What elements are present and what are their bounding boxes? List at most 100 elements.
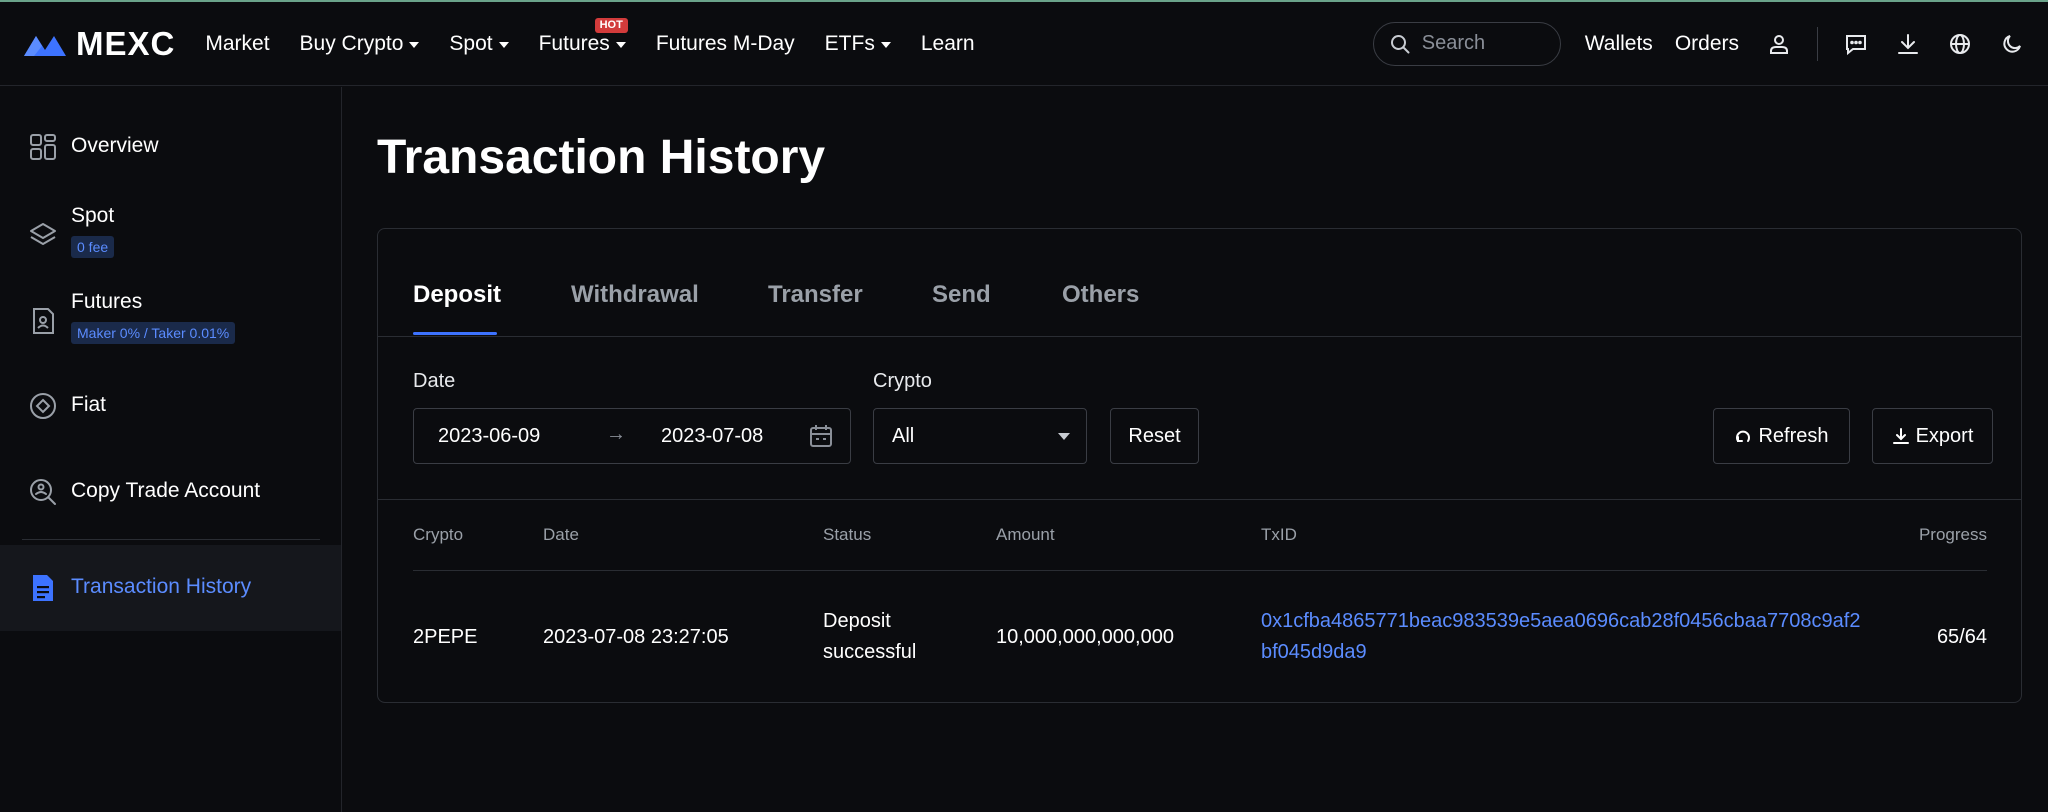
txid-link[interactable]: 0x1cfba4865771beac983539e5aea0696cab28f0…: [1261, 606, 1871, 668]
status-text: Deposit: [823, 610, 891, 632]
nav-market[interactable]: Market: [205, 32, 269, 56]
date-from-value: 2023-06-09: [438, 425, 541, 447]
search-input[interactable]: [1419, 31, 1544, 56]
page-title: Transaction History: [377, 131, 826, 184]
cell-crypto: 2PEPE: [413, 626, 478, 648]
nav-etfs[interactable]: ETFs: [825, 32, 891, 56]
nav-futures-m-day-label: Futures M-Day: [655, 31, 795, 55]
sidebar-item-fiat[interactable]: Fiat: [0, 389, 341, 423]
sidebar-item-futures[interactable]: Futures Maker 0% / Taker 0.01%: [0, 290, 341, 352]
nav-spot-label: Spot: [449, 31, 493, 55]
search-icon: [1390, 34, 1410, 53]
filters-divider: [378, 499, 2021, 500]
crypto-select-value: All: [892, 425, 915, 447]
export-button[interactable]: Export: [1872, 408, 1993, 464]
column-header-txid: TxID: [1261, 525, 1297, 544]
tab-others[interactable]: Others: [1062, 281, 1139, 309]
column-header-amount: Amount: [996, 525, 1055, 544]
moon-icon[interactable]: [1998, 30, 2026, 58]
nav-buy-crypto-label: Buy Crypto: [299, 31, 404, 55]
cell-date: 2023-07-08 23:27:05: [543, 626, 729, 648]
sidebar: Overview Spot 0 fee Futures Maker 0% / T…: [0, 87, 342, 812]
copy-trade-icon: [30, 479, 56, 505]
caret-down-icon: [880, 41, 891, 48]
fee-badge: Maker 0% / Taker 0.01%: [71, 322, 236, 344]
crypto-filter-label: Crypto: [873, 370, 932, 392]
download-icon[interactable]: [1894, 30, 1922, 58]
column-header-status: Status: [823, 525, 872, 544]
tab-send[interactable]: Send: [932, 281, 991, 309]
globe-icon[interactable]: [1946, 30, 1974, 58]
reset-button[interactable]: Reset: [1110, 408, 1199, 464]
table-header-divider: [413, 570, 1987, 571]
sidebar-item-spot[interactable]: Spot 0 fee: [0, 204, 341, 266]
fiat-icon: [30, 393, 56, 419]
transaction-card: Deposit Withdrawal Transfer Send Others …: [377, 228, 2022, 703]
grid-icon: [30, 134, 56, 160]
date-range-picker[interactable]: 2023-06-09 → 2023-07-08: [413, 408, 851, 464]
refresh-button-label: Refresh: [1758, 424, 1829, 447]
tab-deposit[interactable]: Deposit: [413, 281, 501, 309]
sidebar-item-copy-trade-account[interactable]: Copy Trade Account: [0, 475, 341, 509]
refresh-icon: [1736, 430, 1751, 442]
nav-market-label: Market: [205, 31, 270, 55]
sidebar-item-overview[interactable]: Overview: [0, 130, 341, 164]
reset-button-label: Reset: [1128, 424, 1181, 447]
caret-down-icon: [409, 41, 420, 48]
nav-futures-m-day[interactable]: Futures M-Day: [656, 32, 795, 56]
brand-name: MEXC: [76, 24, 176, 62]
sidebar-item-label: Spot: [71, 204, 115, 227]
date-filter-label: Date: [413, 370, 456, 392]
user-icon[interactable]: [1765, 30, 1793, 58]
caret-down-icon: [615, 41, 626, 48]
nav-spot[interactable]: Spot: [449, 31, 509, 56]
top-navigation: MEXC Market Buy Crypto Spot HOT Futures …: [0, 2, 2048, 86]
nav-right-group: Wallets Orders: [1372, 21, 2026, 66]
layers-icon: [30, 223, 56, 245]
nav-divider: [1817, 26, 1818, 61]
chat-icon[interactable]: [1842, 30, 1870, 58]
nav-futures[interactable]: HOT Futures: [538, 17, 628, 56]
export-button-label: Export: [1915, 424, 1974, 447]
sidebar-divider: [22, 539, 320, 540]
nav-futures-label: Futures: [538, 31, 610, 55]
sidebar-item-label: Futures: [71, 290, 143, 313]
tab-transfer[interactable]: Transfer: [768, 281, 863, 309]
column-header-date: Date: [543, 525, 579, 544]
date-to-value: 2023-07-08: [661, 425, 764, 447]
caret-down-icon: [498, 41, 509, 48]
nav-etfs-label: ETFs: [824, 31, 875, 55]
sidebar-item-label: Overview: [71, 134, 159, 157]
hot-badge: HOT: [594, 17, 628, 33]
column-header-progress: Progress: [1918, 525, 1987, 544]
cell-status: Deposit successful: [823, 606, 916, 668]
mexc-logo[interactable]: MEXC: [22, 25, 175, 63]
contract-icon: [33, 308, 54, 334]
document-icon: [33, 575, 53, 601]
column-header-crypto: Crypto: [413, 525, 464, 544]
sidebar-item-label: Fiat: [71, 393, 107, 416]
wallets-link[interactable]: Wallets: [1585, 32, 1653, 56]
calendar-icon: [810, 425, 832, 447]
nav-learn[interactable]: Learn: [921, 32, 975, 56]
sidebar-item-transaction-history[interactable]: Transaction History: [0, 545, 341, 631]
fee-badge: 0 fee: [71, 236, 115, 258]
caret-down-icon: [1058, 433, 1070, 440]
sidebar-item-label: Transaction History: [71, 575, 252, 598]
refresh-button[interactable]: Refresh: [1713, 408, 1850, 464]
mexc-logo-icon: [24, 35, 66, 56]
orders-link[interactable]: Orders: [1675, 32, 1739, 56]
nav-learn-label: Learn: [920, 31, 975, 55]
arrow-right-icon: →: [606, 423, 626, 445]
search-box[interactable]: [1372, 21, 1561, 66]
nav-buy-crypto[interactable]: Buy Crypto: [300, 32, 420, 56]
active-tab-indicator: [413, 332, 497, 335]
cell-amount: 10,000,000,000,000: [996, 626, 1174, 648]
cell-progress: 65/64: [1936, 626, 1987, 648]
tab-bar: Deposit Withdrawal Transfer Send Others: [378, 229, 2021, 337]
download-icon: [1892, 428, 1909, 444]
tab-withdrawal[interactable]: Withdrawal: [571, 281, 699, 309]
sidebar-item-label: Copy Trade Account: [71, 479, 261, 502]
status-text: successful: [823, 641, 917, 663]
crypto-select[interactable]: All: [873, 408, 1087, 464]
